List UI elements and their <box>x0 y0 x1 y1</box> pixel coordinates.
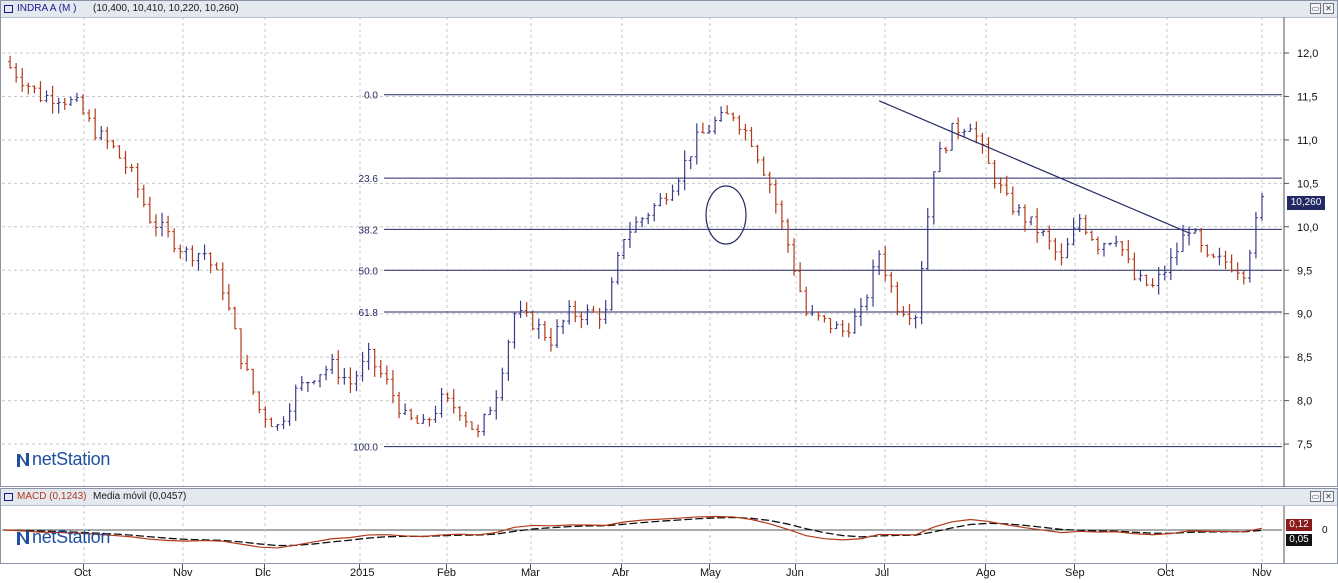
y-axis-labels: 12,0 11,5 11,0 10,5 10,0 9,5 9,0 8,5 8,0 7,5 <box>1284 48 1318 451</box>
close-icon[interactable]: ✕ <box>1323 491 1334 502</box>
fib-label: 61.8 <box>359 308 379 319</box>
y-tick-label: 10,5 <box>1297 178 1318 190</box>
y-tick-label: 8,0 <box>1297 396 1312 408</box>
x-tick-label: Ago <box>976 567 996 579</box>
y-tick-label: 9,0 <box>1297 309 1312 321</box>
x-axis: Oct Nov Dic 2015 Feb Mar Abr May Jun Jul Ago Sep Oct… <box>0 563 1338 583</box>
netstation-brand: netStation <box>32 449 111 469</box>
y-tick-label: 10,0 <box>1297 222 1318 234</box>
y-tick-label: 11,5 <box>1297 91 1318 103</box>
x-tick-label: May <box>700 567 721 579</box>
fib-label: 23.6 <box>359 174 379 185</box>
macd-titlebar[interactable]: MACD (0,1243) Media móvil (0,0457) ▭ ✕ <box>1 489 1337 506</box>
ma-value-badge: 0,05 <box>1286 534 1312 546</box>
x-tick-label: Sep <box>1065 567 1085 579</box>
fib-label: 38.2 <box>359 225 379 236</box>
x-tick-label: Feb <box>437 567 456 579</box>
netstation-n-icon <box>17 452 29 467</box>
restore-icon[interactable]: ▭ <box>1310 491 1321 502</box>
x-tick-label: Dic <box>255 567 271 579</box>
x-tick-label: Oct <box>1157 567 1175 579</box>
y-tick-label: 11,0 <box>1297 135 1318 147</box>
macd-zero-label: 0 <box>1322 525 1328 536</box>
netstation-logo-macd: netStation <box>16 527 110 548</box>
annotation-circle <box>705 185 747 245</box>
x-tick-label: Abr <box>612 567 630 579</box>
fib-label: 50.0 <box>359 266 379 277</box>
y-tick-label: 7,5 <box>1297 439 1312 451</box>
x-tick-label: Nov <box>173 567 193 579</box>
x-tick-label: Oct <box>74 567 92 579</box>
x-tick-label: Nov <box>1252 567 1272 579</box>
ohlc-bars <box>8 55 1264 438</box>
y-tick-label: 12,0 <box>1297 48 1318 60</box>
chart-grid <box>2 17 1282 486</box>
trend-line <box>878 100 1190 234</box>
fib-label: 100.0 <box>353 443 378 454</box>
netstation-brand: netStation <box>32 527 111 547</box>
x-tick-label: Jul <box>875 567 890 579</box>
macd-window: MACD (0,1243) Media móvil (0,0457) ▭ ✕ <box>0 488 1338 564</box>
y-tick-label: 9,5 <box>1297 265 1312 277</box>
ma-title: Media móvil (0,0457) <box>93 491 187 502</box>
y-tick-label: 8,5 <box>1297 352 1312 364</box>
netstation-logo: netStation <box>16 449 110 470</box>
macd-value-badge: 0,12 <box>1286 519 1312 531</box>
x-tick-label: 2015 <box>350 567 375 579</box>
last-price-badge: 10,260 <box>1287 196 1325 210</box>
netstation-n-icon <box>17 530 29 545</box>
x-tick-label: Mar <box>521 567 540 579</box>
trendline <box>878 100 1190 234</box>
fib-label: 0.0 <box>364 91 378 102</box>
macd-window-icon <box>4 493 13 501</box>
fibonacci-levels: 0.0 23.6 38.2 50.0 61.8 100.0 <box>353 91 1282 454</box>
macd-title: MACD (0,1243) <box>17 491 87 502</box>
x-tick-label: Jun <box>786 567 804 579</box>
